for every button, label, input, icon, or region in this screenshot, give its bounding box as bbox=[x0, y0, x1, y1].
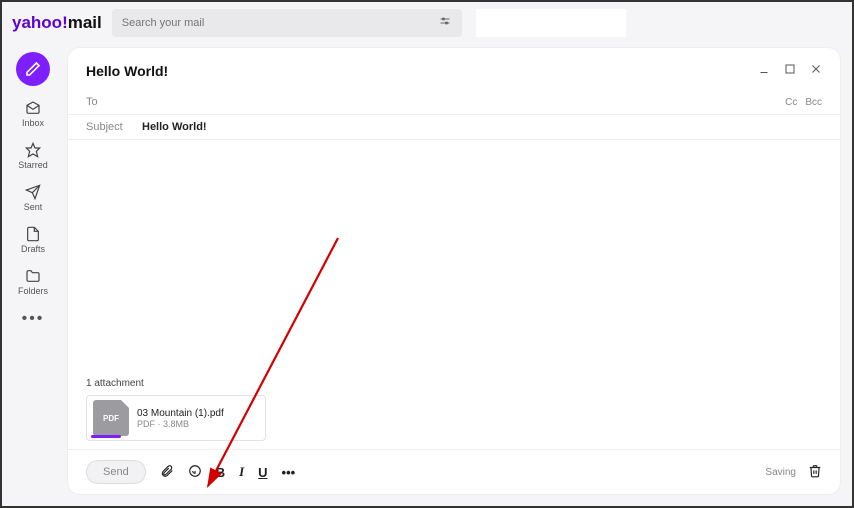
bold-icon[interactable]: B bbox=[216, 465, 225, 480]
expand-icon[interactable] bbox=[784, 62, 796, 80]
header-blank-area bbox=[476, 9, 626, 37]
sidebar-item-sent[interactable]: Sent bbox=[24, 184, 43, 212]
sidebar-label: Sent bbox=[24, 202, 43, 212]
compose-title: Hello World! bbox=[86, 63, 168, 79]
attachment-card[interactable]: PDF 03 Mountain (1).pdf PDF · 3.8MB bbox=[86, 395, 266, 441]
sidebar-item-drafts[interactable]: Drafts bbox=[21, 226, 45, 254]
attachment-meta: PDF · 3.8MB bbox=[137, 419, 224, 429]
attach-icon[interactable] bbox=[160, 464, 174, 481]
sidebar-label: Folders bbox=[18, 286, 48, 296]
yahoo-mail-logo[interactable]: yahoo!mail bbox=[12, 13, 102, 33]
subject-value[interactable]: Hello World! bbox=[142, 121, 207, 133]
sidebar-label: Starred bbox=[18, 160, 48, 170]
compose-toolbar: Send B I U ••• Saving bbox=[68, 449, 840, 494]
sidebar-item-folders[interactable]: Folders bbox=[18, 268, 48, 296]
to-input[interactable] bbox=[142, 96, 773, 108]
pdf-file-icon: PDF bbox=[93, 400, 129, 436]
cc-button[interactable]: Cc bbox=[785, 97, 797, 108]
sidebar: Inbox Starred Sent Drafts Folders ••• bbox=[2, 44, 64, 506]
attachment-info: 03 Mountain (1).pdf PDF · 3.8MB bbox=[137, 408, 224, 429]
logo-mail: mail bbox=[68, 13, 102, 33]
search-filter-icon[interactable] bbox=[438, 16, 452, 31]
underline-icon[interactable]: U bbox=[258, 465, 267, 480]
send-button[interactable]: Send bbox=[86, 460, 146, 484]
more-formatting-icon[interactable]: ••• bbox=[282, 465, 296, 480]
subject-row: Subject Hello World! bbox=[68, 115, 840, 140]
logo-yahoo: yahoo bbox=[12, 13, 62, 33]
compose-body[interactable] bbox=[68, 140, 840, 378]
sidebar-item-starred[interactable]: Starred bbox=[18, 142, 48, 170]
sidebar-more-icon[interactable]: ••• bbox=[22, 310, 45, 328]
attachment-filename: 03 Mountain (1).pdf bbox=[137, 408, 224, 419]
subject-label: Subject bbox=[86, 121, 130, 133]
to-label: To bbox=[86, 96, 130, 108]
close-icon[interactable] bbox=[810, 62, 822, 80]
search-bar[interactable] bbox=[112, 9, 462, 37]
attachment-progress-bar bbox=[91, 435, 121, 438]
compose-header: Hello World! bbox=[68, 48, 840, 90]
italic-icon[interactable]: I bbox=[239, 464, 244, 480]
bcc-button[interactable]: Bcc bbox=[805, 97, 822, 108]
sidebar-label: Inbox bbox=[22, 118, 44, 128]
search-input[interactable] bbox=[122, 17, 438, 29]
compose-button[interactable] bbox=[16, 52, 50, 86]
saving-status: Saving bbox=[765, 467, 796, 478]
sidebar-label: Drafts bbox=[21, 244, 45, 254]
sidebar-item-inbox[interactable]: Inbox bbox=[22, 100, 44, 128]
to-row: To Cc Bcc bbox=[68, 90, 840, 115]
attachments-count: 1 attachment bbox=[86, 378, 822, 389]
gif-icon[interactable] bbox=[188, 464, 202, 481]
attachments-section: 1 attachment PDF 03 Mountain (1).pdf PDF… bbox=[68, 378, 840, 449]
minimize-icon[interactable] bbox=[758, 62, 770, 80]
compose-panel: Hello World! To Cc Bcc Subject Hello Wor… bbox=[68, 48, 840, 494]
delete-icon[interactable] bbox=[808, 464, 822, 481]
top-bar: yahoo!mail bbox=[2, 2, 852, 44]
